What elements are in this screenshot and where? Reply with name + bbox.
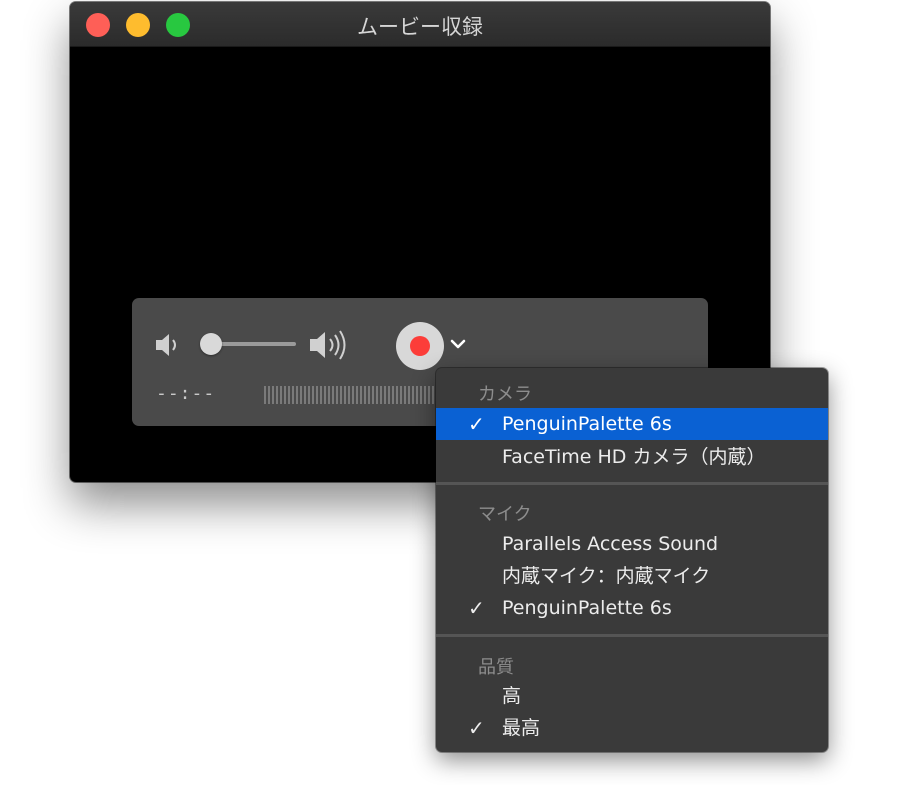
- speaker-low-icon[interactable]: [154, 331, 184, 359]
- menu-item-label: PenguinPalette 6s: [502, 597, 672, 619]
- record-icon: [410, 336, 430, 356]
- menu-item-label: 内蔵マイク：内蔵マイク: [502, 565, 711, 587]
- menu-header-quality: 品質: [478, 657, 514, 678]
- timecode: --:--: [156, 383, 216, 404]
- menu-item-camera-penguinpalette[interactable]: ✓ PenguinPalette 6s: [436, 408, 828, 440]
- volume-slider-knob[interactable]: [200, 333, 222, 355]
- recording-options-menu: カメラ ✓ PenguinPalette 6s FaceTime HD カメラ（…: [436, 368, 828, 752]
- check-icon: ✓: [468, 412, 485, 436]
- menu-item-label: Parallels Access Sound: [502, 533, 719, 555]
- menu-item-label: 高: [502, 685, 522, 707]
- menu-item-quality-high[interactable]: 高: [436, 680, 828, 712]
- menu-separator: [436, 634, 828, 637]
- menu-item-quality-highest[interactable]: ✓ 最高: [436, 712, 828, 744]
- volume-slider-track[interactable]: [212, 342, 296, 346]
- speaker-high-icon[interactable]: [308, 328, 352, 362]
- menu-item-label: PenguinPalette 6s: [502, 413, 672, 435]
- menu-header-camera: カメラ: [478, 384, 532, 405]
- record-button[interactable]: [396, 322, 444, 370]
- menu-item-label: FaceTime HD カメラ（内蔵）: [502, 446, 766, 468]
- menu-item-mic-penguinpalette[interactable]: ✓ PenguinPalette 6s: [436, 592, 828, 624]
- title-bar[interactable]: ムービー収録: [70, 2, 770, 47]
- menu-separator: [436, 482, 828, 485]
- chevron-down-icon[interactable]: [450, 338, 466, 350]
- check-icon: ✓: [468, 716, 485, 740]
- menu-item-camera-facetime[interactable]: FaceTime HD カメラ（内蔵）: [436, 441, 828, 473]
- menu-item-label: 最高: [502, 717, 541, 739]
- window-title: ムービー収録: [357, 15, 483, 39]
- menu-item-mic-parallels[interactable]: Parallels Access Sound: [436, 528, 828, 560]
- check-icon: ✓: [468, 596, 485, 620]
- menu-item-mic-builtin[interactable]: 内蔵マイク：内蔵マイク: [436, 560, 828, 592]
- menu-header-mic: マイク: [478, 504, 532, 525]
- audio-level-meter: [264, 386, 440, 404]
